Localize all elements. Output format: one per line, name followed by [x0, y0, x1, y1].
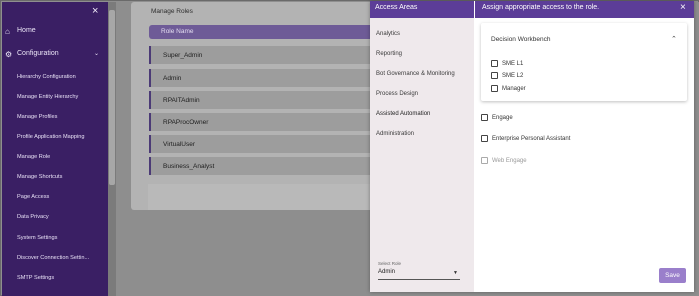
sidebar-item-label: Manage Shortcuts — [17, 174, 63, 180]
checkbox-label: SME L2 — [502, 72, 524, 79]
role-name-cell: VirtualUser — [163, 141, 196, 148]
app-frame: × ⌂ Home ⚙ Configuration ⌄ Hierarchy Con… — [0, 0, 699, 296]
access-areas-pane: Access Areas Analytics Reporting Bot Gov… — [370, 1, 474, 292]
option-enterprise-personal-assistant[interactable]: Enterprise Personal Assistant — [481, 130, 571, 143]
area-item-analytics[interactable]: Analytics — [376, 31, 471, 38]
panel-title: Decision Workbench — [491, 36, 551, 43]
checkbox[interactable] — [491, 72, 498, 80]
checkbox[interactable] — [481, 135, 488, 143]
area-item-bot-governance[interactable]: Bot Governance & Monitoring — [376, 71, 471, 78]
table-row[interactable]: Admin — [149, 69, 389, 87]
chevron-up-icon[interactable]: ⌃ — [671, 35, 677, 43]
decision-workbench-panel: Decision Workbench ⌃ SME L1 SME L2 Manag… — [481, 23, 687, 101]
role-name-cell: RPAProcOwner — [163, 119, 209, 126]
select-role-value: Admin — [378, 269, 396, 275]
table-row[interactable]: Super_Admin — [149, 46, 389, 64]
role-table-header: Role Name — [149, 25, 389, 39]
page-title: Manage Roles — [151, 8, 193, 15]
modal-scrollbar[interactable] — [688, 18, 694, 292]
close-icon[interactable]: × — [680, 2, 686, 13]
chevron-down-icon: ⌄ — [94, 51, 100, 57]
checkbox-label: Manager — [502, 85, 526, 92]
sidebar-item-label: Configuration — [17, 50, 59, 57]
save-button[interactable]: Save — [659, 268, 686, 283]
checkbox-label: Enterprise Personal Assistant — [492, 135, 571, 142]
select-role-label: Select Role — [378, 261, 402, 266]
sidebar-item-label: Manage Profiles — [17, 114, 58, 120]
role-name-cell: Admin — [163, 75, 182, 82]
checkbox — [481, 157, 488, 165]
home-icon: ⌂ — [5, 27, 10, 36]
checkbox-label: SME L1 — [502, 60, 524, 67]
column-header-role-name: Role Name — [161, 28, 194, 35]
sidebar-scrollbar[interactable] — [108, 2, 116, 296]
checkbox-label: Engage — [492, 114, 513, 121]
sidebar-item-label: Page Access — [17, 194, 50, 200]
checkbox[interactable] — [491, 85, 498, 93]
option-web-engage: Web Engage — [481, 152, 527, 165]
option-manager[interactable]: Manager — [491, 80, 526, 93]
option-sme-l1[interactable]: SME L1 — [491, 55, 524, 68]
role-name-cell: Super_Admin — [163, 52, 203, 59]
card-footer — [148, 184, 388, 210]
manage-roles-card: Manage Roles Role Name Super_Admin Admin… — [131, 2, 391, 210]
sidebar-item-label: Data Privacy — [17, 214, 49, 220]
gear-icon: ⚙ — [5, 50, 13, 59]
sidebar-item-label: Manage Entity Hierarchy — [17, 94, 79, 100]
role-name-cell: Business_Analyst — [163, 163, 215, 170]
role-name-cell: RPAITAdmin — [163, 97, 200, 104]
sidebar-item-label: Profile Application Mapping — [17, 134, 85, 140]
option-engage[interactable]: Engage — [481, 109, 513, 122]
access-modal: Access Areas Analytics Reporting Bot Gov… — [370, 1, 694, 292]
assign-access-header: Assign appropriate access to the role. × — [475, 1, 694, 18]
select-role-dropdown[interactable]: Select Role Admin ▼ — [378, 261, 460, 280]
caret-down-icon: ▼ — [453, 270, 458, 276]
option-sme-l2[interactable]: SME L2 — [491, 67, 524, 80]
assign-access-title: Assign appropriate access to the role. — [482, 4, 600, 11]
sidebar-item-label: Hierarchy Configuration — [17, 74, 76, 80]
sidebar-item-label: Home — [17, 27, 36, 34]
access-areas-header: Access Areas — [370, 1, 474, 18]
table-row[interactable]: RPAProcOwner — [149, 113, 389, 131]
sidebar-item-label: SMTP Settings — [17, 275, 55, 281]
table-row[interactable]: Business_Analyst — [149, 157, 389, 175]
table-row[interactable]: VirtualUser — [149, 135, 389, 153]
area-item-assisted-automation[interactable]: Assisted Automation — [376, 111, 471, 118]
checkbox-label: Web Engage — [492, 157, 527, 164]
scrollbar-thumb[interactable] — [109, 10, 115, 185]
table-row[interactable]: RPAITAdmin — [149, 91, 389, 109]
sidebar: × ⌂ Home ⚙ Configuration ⌄ Hierarchy Con… — [2, 2, 108, 296]
sidebar-item-label: Manage Role — [17, 154, 51, 160]
checkbox[interactable] — [481, 114, 488, 122]
access-areas-title: Access Areas — [375, 4, 418, 11]
area-item-process-design[interactable]: Process Design — [376, 91, 471, 98]
area-item-reporting[interactable]: Reporting — [376, 51, 471, 58]
area-item-administration[interactable]: Administration — [376, 131, 471, 138]
sidebar-item-label: System Settings — [17, 235, 58, 241]
sidebar-item-label: Discover Connection Settin... — [17, 255, 90, 261]
sidebar-close-icon[interactable]: × — [92, 5, 98, 17]
